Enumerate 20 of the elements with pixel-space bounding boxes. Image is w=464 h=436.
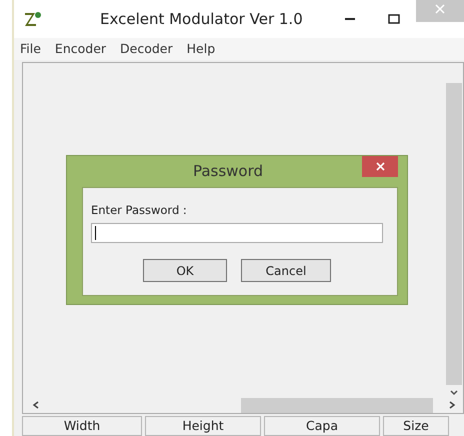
password-label: Enter Password : [91, 202, 188, 219]
app-logo-icon [24, 11, 42, 27]
menu-item[interactable]: Help [186, 40, 216, 58]
status-panel: Capa [264, 416, 380, 436]
close-icon [376, 162, 384, 171]
status-panel: Height [145, 416, 261, 436]
minimize-icon [345, 18, 355, 20]
status-panel: Size [383, 416, 449, 436]
menu-item[interactable]: Decoder [120, 40, 173, 58]
menu-item[interactable]: Encoder [54, 40, 106, 58]
maximize-icon [388, 14, 400, 24]
close-icon [435, 4, 445, 14]
status-panel: Width [22, 416, 142, 436]
cancel-button[interactable]: Cancel [241, 259, 331, 282]
ok-button[interactable]: OK [143, 259, 227, 282]
window-title: Excelent Modulator Ver 1.0 [100, 8, 303, 30]
password-field[interactable] [91, 223, 383, 244]
dialog-title: Password [192, 161, 264, 182]
dialog-close-button[interactable] [362, 156, 398, 177]
menu-item[interactable]: File [20, 40, 41, 58]
